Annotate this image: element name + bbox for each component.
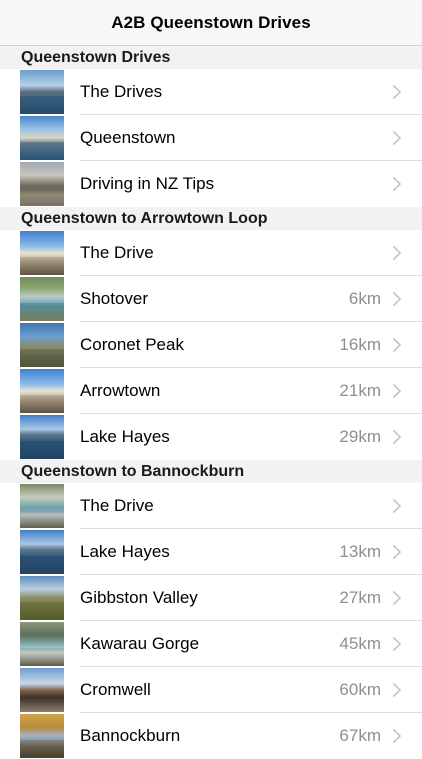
shotover-river-thumbnail — [20, 277, 64, 321]
list-item-label: Lake Hayes — [80, 542, 170, 561]
list-item-label: Gibbston Valley — [80, 588, 198, 607]
road-thumbnail — [20, 162, 64, 206]
thumbnail-shade — [20, 441, 64, 459]
list-item-label: The Drive — [80, 243, 154, 262]
chevron-right-icon — [393, 338, 401, 352]
thumbnail-shade — [20, 395, 64, 413]
chevron-right-icon — [393, 85, 401, 99]
list-item[interactable]: The Drive — [0, 230, 422, 276]
list-item[interactable]: Lake Hayes 13km — [0, 529, 422, 575]
section-header: Queenstown to Bannockburn — [0, 460, 422, 483]
list-item-label: Coronet Peak — [80, 335, 184, 354]
lake-mountains-thumbnail — [20, 70, 64, 114]
list-item-label: Kawarau Gorge — [80, 634, 200, 653]
thumbnail-shade — [20, 257, 64, 275]
list-item[interactable]: Arrowtown 21km — [0, 368, 422, 414]
list-item[interactable]: Gibbston Valley 27km — [0, 575, 422, 621]
list-item[interactable]: Coronet Peak 16km — [0, 322, 422, 368]
queenstown-thumbnail — [20, 116, 64, 160]
chevron-right-icon — [393, 430, 401, 444]
distance-label: 29km — [339, 427, 381, 446]
gibbston-valley-thumbnail — [20, 576, 64, 620]
list-item[interactable]: Kawarau Gorge 45km — [0, 621, 422, 667]
chevron-right-icon — [393, 683, 401, 697]
coronet-peak-thumbnail — [20, 323, 64, 367]
list-item-label: Cromwell — [80, 680, 151, 699]
kawarau-gorge-thumbnail — [20, 622, 64, 666]
list-item-label: The Drive — [80, 496, 154, 515]
distance-label: 16km — [339, 335, 381, 354]
thumbnail-shade — [20, 694, 64, 712]
list-item-label: Driving in NZ Tips — [80, 174, 215, 193]
chevron-right-icon — [393, 637, 401, 651]
distance-label: 60km — [339, 680, 381, 699]
distance-label: 27km — [339, 588, 381, 607]
chevron-right-icon — [393, 545, 401, 559]
list-item-label: The Drives — [80, 82, 163, 101]
navigation-bar: A2B Queenstown Drives — [0, 0, 422, 46]
lake-hayes-thumbnail — [20, 415, 64, 459]
list-item[interactable]: Lake Hayes 29km — [0, 414, 422, 460]
list-item[interactable]: The Drives — [0, 69, 422, 115]
thumbnail-shade — [20, 648, 64, 666]
chevron-right-icon — [393, 246, 401, 260]
list-item-label: Lake Hayes — [80, 427, 170, 446]
list-item[interactable]: Bannockburn 67km — [0, 713, 422, 759]
thumbnail-shade — [20, 349, 64, 367]
arrowtown-thumbnail — [20, 369, 64, 413]
chevron-right-icon — [393, 384, 401, 398]
thumbnail-shade — [20, 602, 64, 620]
list-item[interactable]: Driving in NZ Tips — [0, 161, 422, 207]
page-title: A2B Queenstown Drives — [111, 12, 311, 32]
chevron-right-icon — [393, 131, 401, 145]
bannockburn-thumbnail — [20, 714, 64, 758]
list-item[interactable]: Shotover 6km — [0, 276, 422, 322]
drives-table: Queenstown Drives The Drives Queenstown Dri… — [0, 46, 422, 759]
list-item-label: Bannockburn — [80, 726, 181, 745]
chevron-right-icon — [393, 729, 401, 743]
section-header: Queenstown Drives — [0, 46, 422, 69]
distance-label: 6km — [348, 289, 381, 308]
list-item-label: Shotover — [80, 289, 149, 308]
thumbnail-shade — [20, 303, 64, 321]
lake-hayes-thumbnail — [20, 530, 64, 574]
river-gorge-thumbnail — [20, 484, 64, 528]
thumbnail-shade — [20, 740, 64, 758]
chevron-right-icon — [393, 177, 401, 191]
thumbnail-shade — [20, 556, 64, 574]
thumbnail-shade — [20, 96, 64, 114]
chevron-right-icon — [393, 591, 401, 605]
section-header: Queenstown to Arrowtown Loop — [0, 207, 422, 230]
distance-label: 45km — [339, 634, 381, 653]
distance-label: 21km — [339, 381, 381, 400]
list-item[interactable]: Cromwell 60km — [0, 667, 422, 713]
list-item[interactable]: Queenstown — [0, 115, 422, 161]
list-item-label: Arrowtown — [80, 381, 161, 400]
distance-label: 13km — [339, 542, 381, 561]
thumbnail-shade — [20, 188, 64, 206]
cromwell-thumbnail — [20, 668, 64, 712]
arrowtown-street-thumbnail — [20, 231, 64, 275]
thumbnail-shade — [20, 510, 64, 528]
chevron-right-icon — [393, 499, 401, 513]
list-item-label: Queenstown — [80, 128, 176, 147]
thumbnail-shade — [20, 142, 64, 160]
chevron-right-icon — [393, 292, 401, 306]
list-item[interactable]: The Drive — [0, 483, 422, 529]
distance-label: 67km — [339, 726, 381, 745]
